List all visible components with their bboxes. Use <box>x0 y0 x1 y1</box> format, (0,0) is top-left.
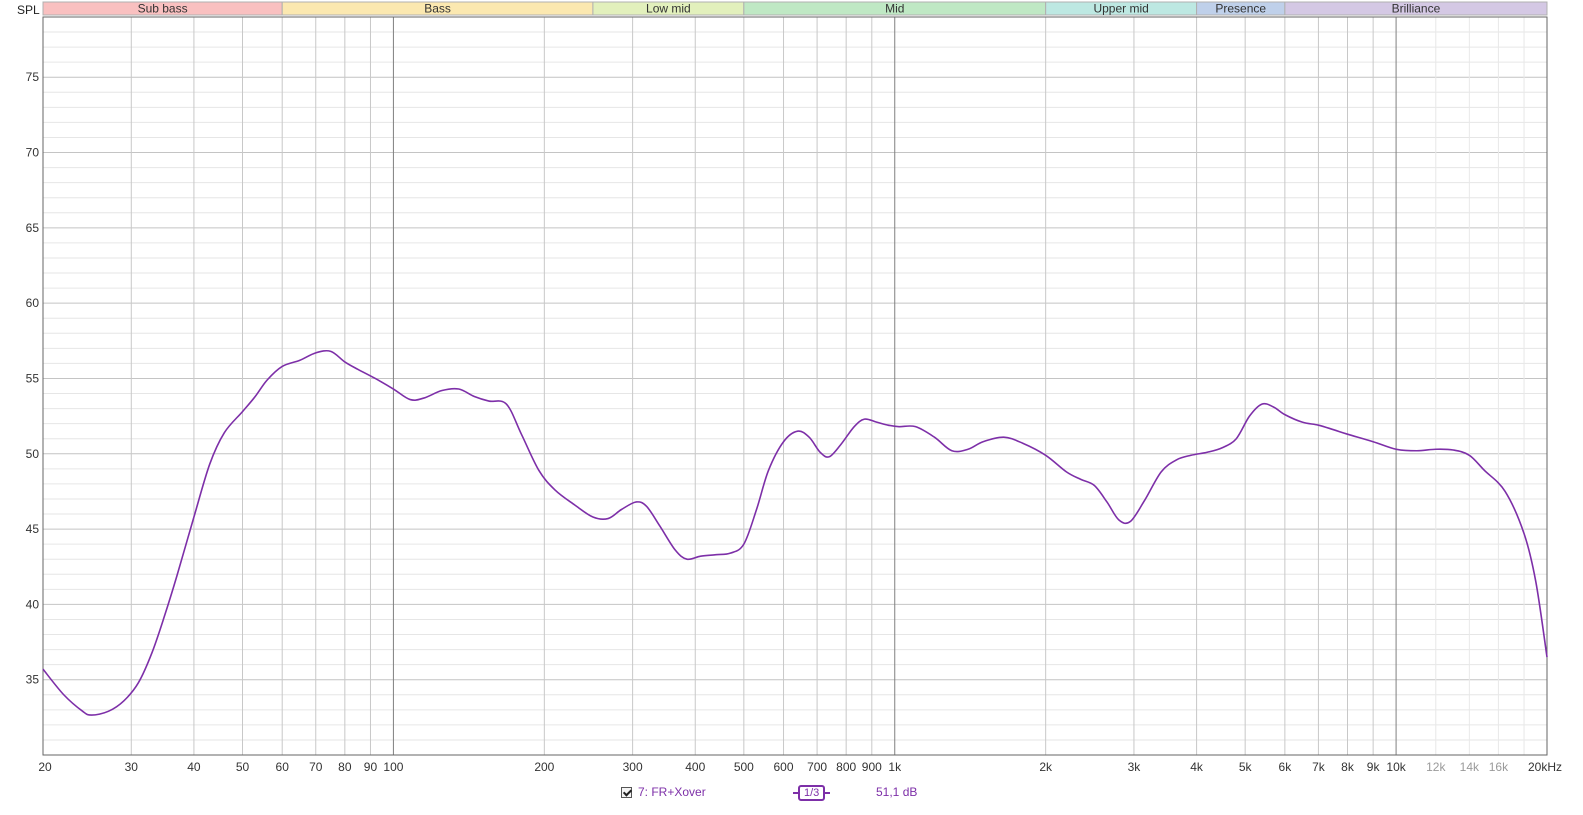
band-label: Upper mid <box>1093 2 1148 16</box>
y-tick-label: 45 <box>26 522 40 536</box>
x-tick-label: 200 <box>534 760 554 774</box>
x-tick-label: 70 <box>309 760 323 774</box>
x-tick-label: 600 <box>774 760 794 774</box>
smoothing-indicator[interactable]: 1/3 <box>793 785 831 801</box>
x-tick-label: 40 <box>187 760 201 774</box>
x-tick-label: 10k <box>1386 760 1406 774</box>
x-tick-label: 20 <box>38 760 52 774</box>
x-tick-label: 8k <box>1341 760 1355 774</box>
x-tick-label: 700 <box>807 760 827 774</box>
y-tick-label: 70 <box>26 146 40 160</box>
x-tick-label: 9k <box>1367 760 1381 774</box>
x-tick-label: 800 <box>836 760 856 774</box>
x-tick-label: 50 <box>236 760 250 774</box>
band-label: Bass <box>424 2 451 16</box>
x-tick-label: 16k <box>1489 760 1509 774</box>
x-tick-label: 2k <box>1039 760 1053 774</box>
x-tick-label: 30 <box>125 760 139 774</box>
x-tick-label: 1k <box>888 760 902 774</box>
x-tick-label: 7k <box>1312 760 1326 774</box>
x-tick-label: 60 <box>276 760 290 774</box>
frequency-bands: Sub bass Bass Low mid Mid Upper mid Presence B… <box>42 1 1548 16</box>
legend-series-item[interactable]: 7: FR+Xover <box>621 785 706 799</box>
y-tick-label: 65 <box>26 221 40 235</box>
y-tick-label: 50 <box>26 447 40 461</box>
x-tick-label: 900 <box>862 760 882 774</box>
x-tick-label: 500 <box>734 760 754 774</box>
y-tick-label: 75 <box>26 70 40 84</box>
series-checkbox[interactable] <box>621 786 632 798</box>
x-tick-label: 12k <box>1426 760 1446 774</box>
value-readout: 51,1 dB <box>876 785 917 799</box>
series-name[interactable]: 7: FR+Xover <box>638 785 706 799</box>
y-tick-label: 35 <box>26 673 40 687</box>
smoothing-value[interactable]: 1/3 <box>798 785 826 801</box>
x-tick-label: 400 <box>685 760 705 774</box>
frequency-response-chart: Sub bass Bass Low mid Mid Upper mid Presence B… <box>17 1 1562 774</box>
value-readout-text: 51,1 dB <box>876 785 918 799</box>
band-label: Presence <box>1215 2 1266 16</box>
band-label: Mid <box>885 2 904 16</box>
x-tick-label: 100 <box>383 760 403 774</box>
x-tick-label: 300 <box>623 760 643 774</box>
x-axis-ticks: 20 30 40 50 60 70 80 90 100 200 300 400 500 600 700 800… <box>38 760 1562 774</box>
x-tick-label: 4k <box>1190 760 1204 774</box>
grid <box>42 16 1548 756</box>
band-label: Low mid <box>646 2 691 16</box>
band-label: Brilliance <box>1392 2 1441 16</box>
y-axis-label: SPL <box>17 3 40 17</box>
x-tick-label: 6k <box>1279 760 1293 774</box>
y-tick-label: 60 <box>26 296 40 310</box>
x-tick-label: 20kHz <box>1528 760 1562 774</box>
x-tick-label: 5k <box>1239 760 1253 774</box>
y-tick-label: 55 <box>26 371 40 385</box>
x-tick-label: 3k <box>1128 760 1142 774</box>
band-label: Sub bass <box>138 2 188 16</box>
x-tick-label: 80 <box>338 760 352 774</box>
x-tick-label: 90 <box>364 760 378 774</box>
plot-background <box>43 17 1547 755</box>
x-tick-label: 14k <box>1460 760 1480 774</box>
y-tick-label: 40 <box>26 597 40 611</box>
y-axis-ticks: 35 40 45 50 55 60 65 70 75 <box>26 70 40 686</box>
